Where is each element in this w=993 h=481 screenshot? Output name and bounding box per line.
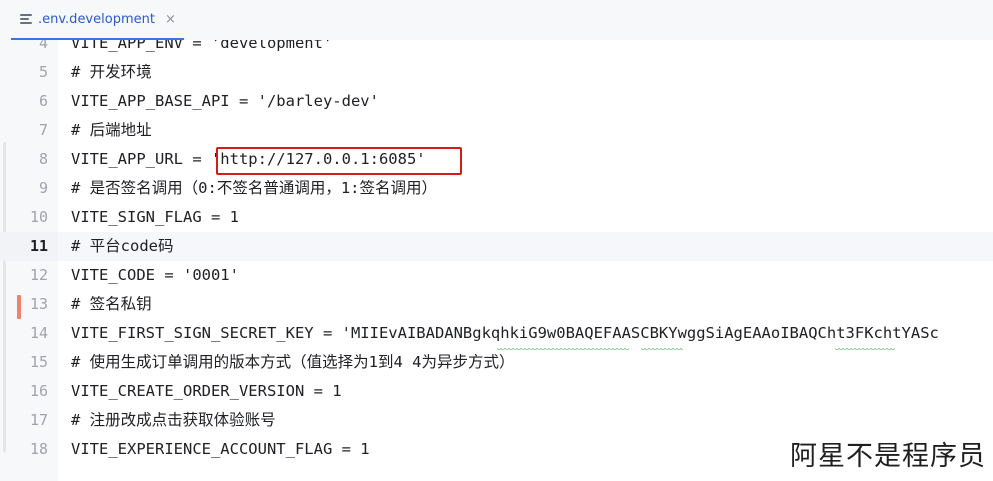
line-number: 15: [29, 353, 48, 371]
line-number: 4: [38, 40, 48, 52]
close-icon[interactable]: ×: [165, 12, 176, 27]
line-number: 17: [29, 411, 48, 429]
typo-squiggle: [497, 348, 629, 351]
code-line[interactable]: 17 # 注册改成点击获取体验账号: [0, 406, 993, 435]
code-line[interactable]: 11 # 平台code码: [0, 232, 993, 261]
code-text: VITE_APP_ENV = 'development': [71, 40, 333, 52]
line-number: 13: [29, 295, 48, 313]
code-line[interactable]: 13 # 签名私钥: [0, 290, 993, 319]
code-text: VITE_CODE = '0001': [71, 266, 239, 284]
code-editor[interactable]: 4 VITE_APP_ENV = 'development' 5 # 开发环境 6 VIT…: [0, 40, 993, 481]
code-line[interactable]: 5 # 开发环境: [0, 58, 993, 87]
code-line[interactable]: 14 VITE_FIRST_SIGN_SECRET_KEY = 'MIIEvAIB…: [0, 319, 993, 348]
editor-tab-bar: .env.development ×: [0, 0, 993, 41]
code-text: # 后端地址: [71, 121, 152, 139]
line-number: 6: [38, 92, 48, 110]
code-text: # 注册改成点击获取体验账号: [71, 411, 276, 429]
code-line[interactable]: 12 VITE_CODE = '0001': [0, 261, 993, 290]
code-line[interactable]: 15 # 使用生成订单调用的版本方式（值选择为1到4 4为异步方式）: [0, 348, 993, 377]
code-line[interactable]: 9 # 是否签名调用（0:不签名普通调用，1:签名调用）: [0, 174, 993, 203]
code-text: VITE_CREATE_ORDER_VERSION = 1: [71, 382, 342, 400]
url-highlight-box: [216, 147, 462, 175]
code-line[interactable]: 16 VITE_CREATE_ORDER_VERSION = 1: [0, 377, 993, 406]
line-number: 18: [29, 440, 48, 458]
code-text: # 平台code码: [71, 237, 174, 255]
tab-env-development[interactable]: .env.development ×: [11, 0, 184, 40]
line-number: 7: [38, 121, 48, 139]
code-text: VITE_SIGN_FLAG = 1: [71, 208, 239, 226]
line-number: 10: [29, 208, 48, 226]
code-text: VITE_FIRST_SIGN_SECRET_KEY = 'MIIEvAIBAD…: [71, 324, 939, 342]
line-number: 9: [38, 179, 48, 197]
line-number: 12: [29, 266, 48, 284]
code-text: VITE_EXPERIENCE_ACCOUNT_FLAG = 1: [71, 440, 370, 458]
code-line[interactable]: 4 VITE_APP_ENV = 'development': [0, 40, 993, 58]
code-text: # 签名私钥: [71, 295, 152, 313]
typo-squiggle: [835, 348, 895, 351]
watermark: 阿星不是程序员: [790, 441, 986, 472]
line-number: 8: [38, 150, 48, 168]
typo-squiggle: [641, 348, 683, 351]
code-text: VITE_APP_BASE_API = '/barley-dev': [71, 92, 379, 110]
code-line[interactable]: 8 VITE_APP_URL = 'http://127.0.0.1:6085': [0, 145, 993, 174]
line-number: 16: [29, 382, 48, 400]
change-marker: [17, 295, 21, 319]
line-number: 11: [0, 232, 58, 261]
code-text: # 是否签名调用（0:不签名普通调用，1:签名调用）: [71, 179, 437, 197]
text-file-icon: [20, 14, 32, 24]
code-line[interactable]: 7 # 后端地址: [0, 116, 993, 145]
line-number: 5: [38, 63, 48, 81]
code-line[interactable]: 10 VITE_SIGN_FLAG = 1: [0, 203, 993, 232]
tab-title: .env.development: [38, 11, 155, 27]
code-line[interactable]: 6 VITE_APP_BASE_API = '/barley-dev': [0, 87, 993, 116]
code-text: # 使用生成订单调用的版本方式（值选择为1到4 4为异步方式）: [71, 353, 515, 371]
line-number: 14: [29, 324, 48, 342]
code-text: # 开发环境: [71, 63, 152, 81]
